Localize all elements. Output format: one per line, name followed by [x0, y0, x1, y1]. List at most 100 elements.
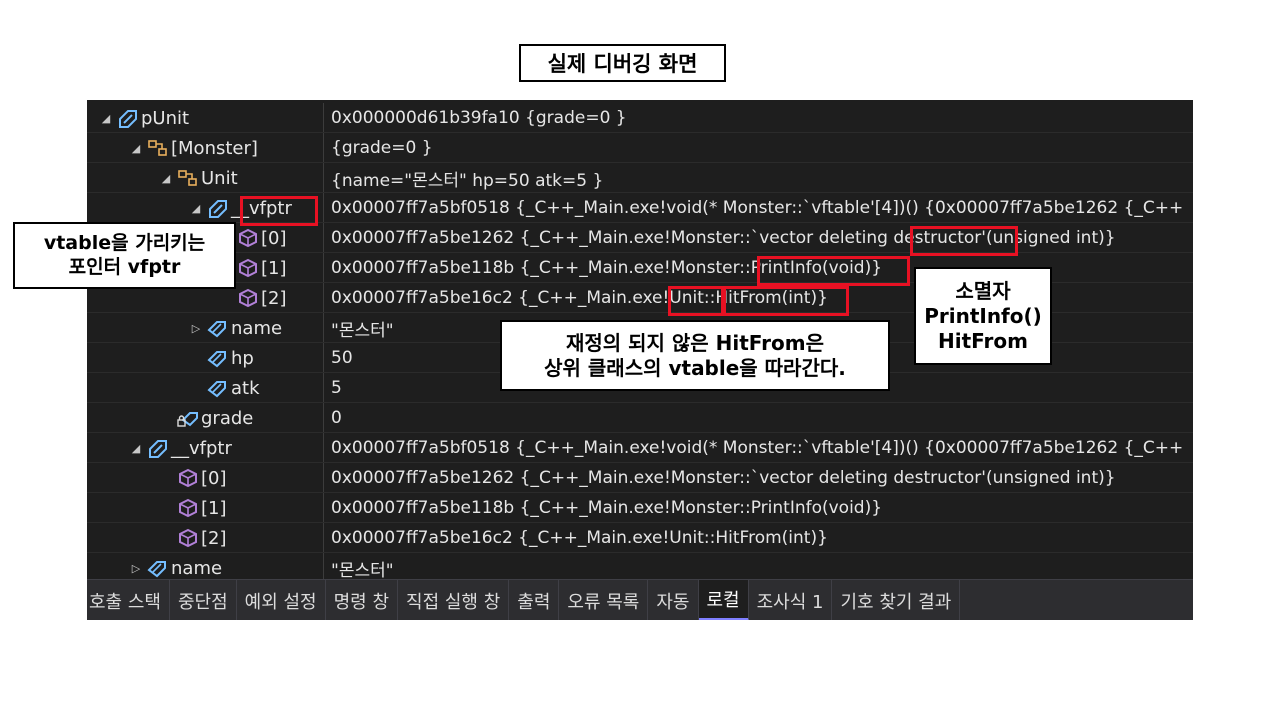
variable-value: 0x00007ff7a5be1262 {_C++_Main.exe!Monste… [331, 228, 1116, 248]
locals-row[interactable]: [0] 0x00007ff7a5be1262 {_C++_Main.exe!Mon… [87, 223, 1193, 253]
collapse-arrow-icon[interactable]: ◢ [129, 142, 143, 155]
locals-row[interactable]: [1] 0x00007ff7a5be118b {_C++_Main.exe!Mon… [87, 493, 1193, 523]
variable-name: [2] [201, 527, 227, 549]
variable-value: 0x00007ff7a5bf0518 {_C++_Main.exe!void(*… [331, 198, 1184, 218]
variable-name: hp [231, 347, 254, 369]
variable-value: 0x00007ff7a5be16c2 {_C++_Main.exe!Unit::… [331, 288, 828, 308]
functions-callout-line2: PrintInfo() [924, 303, 1042, 328]
column-divider [323, 463, 324, 493]
variable-name: __vfptr [171, 437, 232, 459]
method-icon [177, 528, 199, 548]
debug-tab-bar: 호출 스택 중단점 예외 설정 명령 창 직접 실행 창 출력 오류 목록 자동 로컬 조사식 1… [87, 579, 1193, 620]
variable-value: 0x00007ff7a5be118b {_C++_Main.exe!Monste… [331, 258, 883, 278]
variable-name: [Monster] [171, 137, 258, 159]
collapse-arrow-icon[interactable]: ◢ [189, 202, 203, 215]
debug-tab[interactable]: 자동 [648, 580, 699, 620]
column-divider [323, 523, 324, 553]
column-divider [323, 493, 324, 523]
pointer-icon [147, 438, 169, 458]
method-icon [237, 288, 259, 308]
column-divider [323, 373, 324, 403]
field-icon [207, 378, 229, 398]
debug-tab[interactable]: 조사식 1 [749, 580, 833, 620]
method-icon [237, 258, 259, 278]
column-divider [323, 343, 324, 373]
column-divider [323, 313, 324, 343]
expand-arrow-icon[interactable]: ▷ [189, 322, 203, 335]
variable-name: pUnit [141, 107, 190, 129]
debug-tab[interactable]: 명령 창 [326, 580, 399, 620]
column-divider [323, 133, 324, 163]
variable-value: {grade=0 } [331, 138, 433, 158]
locals-row[interactable]: [2] 0x00007ff7a5be16c2 {_C++_Main.exe!Uni… [87, 523, 1193, 553]
row-name-cell: ◢ __vfptr [87, 433, 323, 463]
vfptr-callout-line1: vtable을 가리키는 [43, 231, 206, 254]
base-class-icon [177, 168, 199, 188]
locals-row[interactable]: ◢ Unit {name="몬스터" hp=50 atk=5 } [87, 163, 1193, 193]
field-lock-icon [177, 408, 199, 428]
variable-name: atk [231, 377, 260, 399]
page-title: 실제 디버깅 화면 [519, 44, 726, 82]
column-divider [323, 163, 324, 193]
collapse-arrow-icon[interactable]: ◢ [129, 442, 143, 455]
row-name-cell: ◢ Unit [87, 163, 323, 193]
debug-tab[interactable]: 중단점 [170, 580, 237, 620]
collapse-arrow-icon[interactable]: ◢ [99, 112, 113, 125]
pointer-icon [207, 198, 229, 218]
row-name-cell: [1] [87, 493, 323, 523]
locals-row[interactable]: ◢ [Monster] {grade=0 } [87, 133, 1193, 163]
hitfrom-callout: 재정의 되지 않은 HitFrom은 상위 클래스의 vtable을 따라간다. [500, 320, 890, 391]
method-icon [237, 228, 259, 248]
variable-name: [0] [261, 227, 287, 249]
functions-callout: 소멸자 PrintInfo() HitFrom [914, 267, 1052, 365]
locals-row[interactable]: ◢ pUnit 0x000000d61b39fa10 {grade=0 } [87, 103, 1193, 133]
hitfrom-callout-line2: 상위 클래스의 vtable을 따라간다. [544, 355, 846, 380]
row-name-cell: ◢ [Monster] [87, 133, 323, 163]
variable-value: 0x00007ff7a5bf0518 {_C++_Main.exe!void(*… [331, 438, 1184, 458]
row-name-cell: atk [87, 373, 323, 403]
variable-name: [1] [201, 497, 227, 519]
variable-value: {name="몬스터" hp=50 atk=5 } [331, 170, 604, 191]
vfptr-callout: vtable을 가리키는 포인터 vfptr [13, 222, 236, 289]
variable-value: 0x00007ff7a5be1262 {_C++_Main.exe!Monste… [331, 468, 1116, 488]
method-icon [177, 468, 199, 488]
locals-row[interactable]: ◢ __vfptr 0x00007ff7a5bf0518 {_C++_Main.ex… [87, 433, 1193, 463]
column-divider [323, 223, 324, 253]
column-divider [323, 433, 324, 463]
field-icon [207, 348, 229, 368]
row-name-cell: grade [87, 403, 323, 433]
debug-tab[interactable]: 직접 실행 창 [398, 580, 510, 620]
debug-tab[interactable]: 기호 찾기 결과 [832, 580, 961, 620]
locals-row[interactable]: [0] 0x00007ff7a5be1262 {_C++_Main.exe!Mon… [87, 463, 1193, 493]
column-divider [323, 193, 324, 223]
row-name-cell: hp [87, 343, 323, 373]
vfptr-callout-line2: 포인터 vfptr [68, 255, 181, 278]
field-icon [147, 558, 169, 578]
hitfrom-callout-line1: 재정의 되지 않은 HitFrom은 [565, 330, 825, 355]
variable-value: 0x00007ff7a5be118b {_C++_Main.exe!Monste… [331, 498, 883, 518]
pointer-icon [117, 108, 139, 128]
variable-name: [0] [201, 467, 227, 489]
debug-tab[interactable]: 출력 [509, 580, 560, 620]
row-name-cell: [0] [87, 463, 323, 493]
expand-arrow-icon[interactable]: ▷ [129, 562, 143, 575]
row-name-cell: ◢ __vfptr [87, 193, 323, 223]
locals-row[interactable]: grade 0 [87, 403, 1193, 433]
variable-name: name [171, 557, 223, 579]
row-name-cell: [2] [87, 523, 323, 553]
row-name-cell: ◢ pUnit [87, 103, 323, 133]
variable-name: [2] [261, 287, 287, 309]
functions-callout-line1: 소멸자 [955, 278, 1011, 303]
collapse-arrow-icon[interactable]: ◢ [159, 172, 173, 185]
column-divider [323, 103, 324, 133]
method-icon [177, 498, 199, 518]
variable-value: 0x000000d61b39fa10 {grade=0 } [331, 108, 627, 128]
debug-tab[interactable]: 로컬 [698, 580, 749, 620]
column-divider [323, 403, 324, 433]
field-icon [207, 318, 229, 338]
debug-tab[interactable]: 호출 스택 [87, 580, 170, 620]
debug-tab[interactable]: 예외 설정 [237, 580, 326, 620]
debug-tab[interactable]: 오류 목록 [559, 580, 649, 620]
column-divider [323, 253, 324, 283]
locals-row[interactable]: ◢ __vfptr 0x00007ff7a5bf0518 {_C++_Main.ex… [87, 193, 1193, 223]
